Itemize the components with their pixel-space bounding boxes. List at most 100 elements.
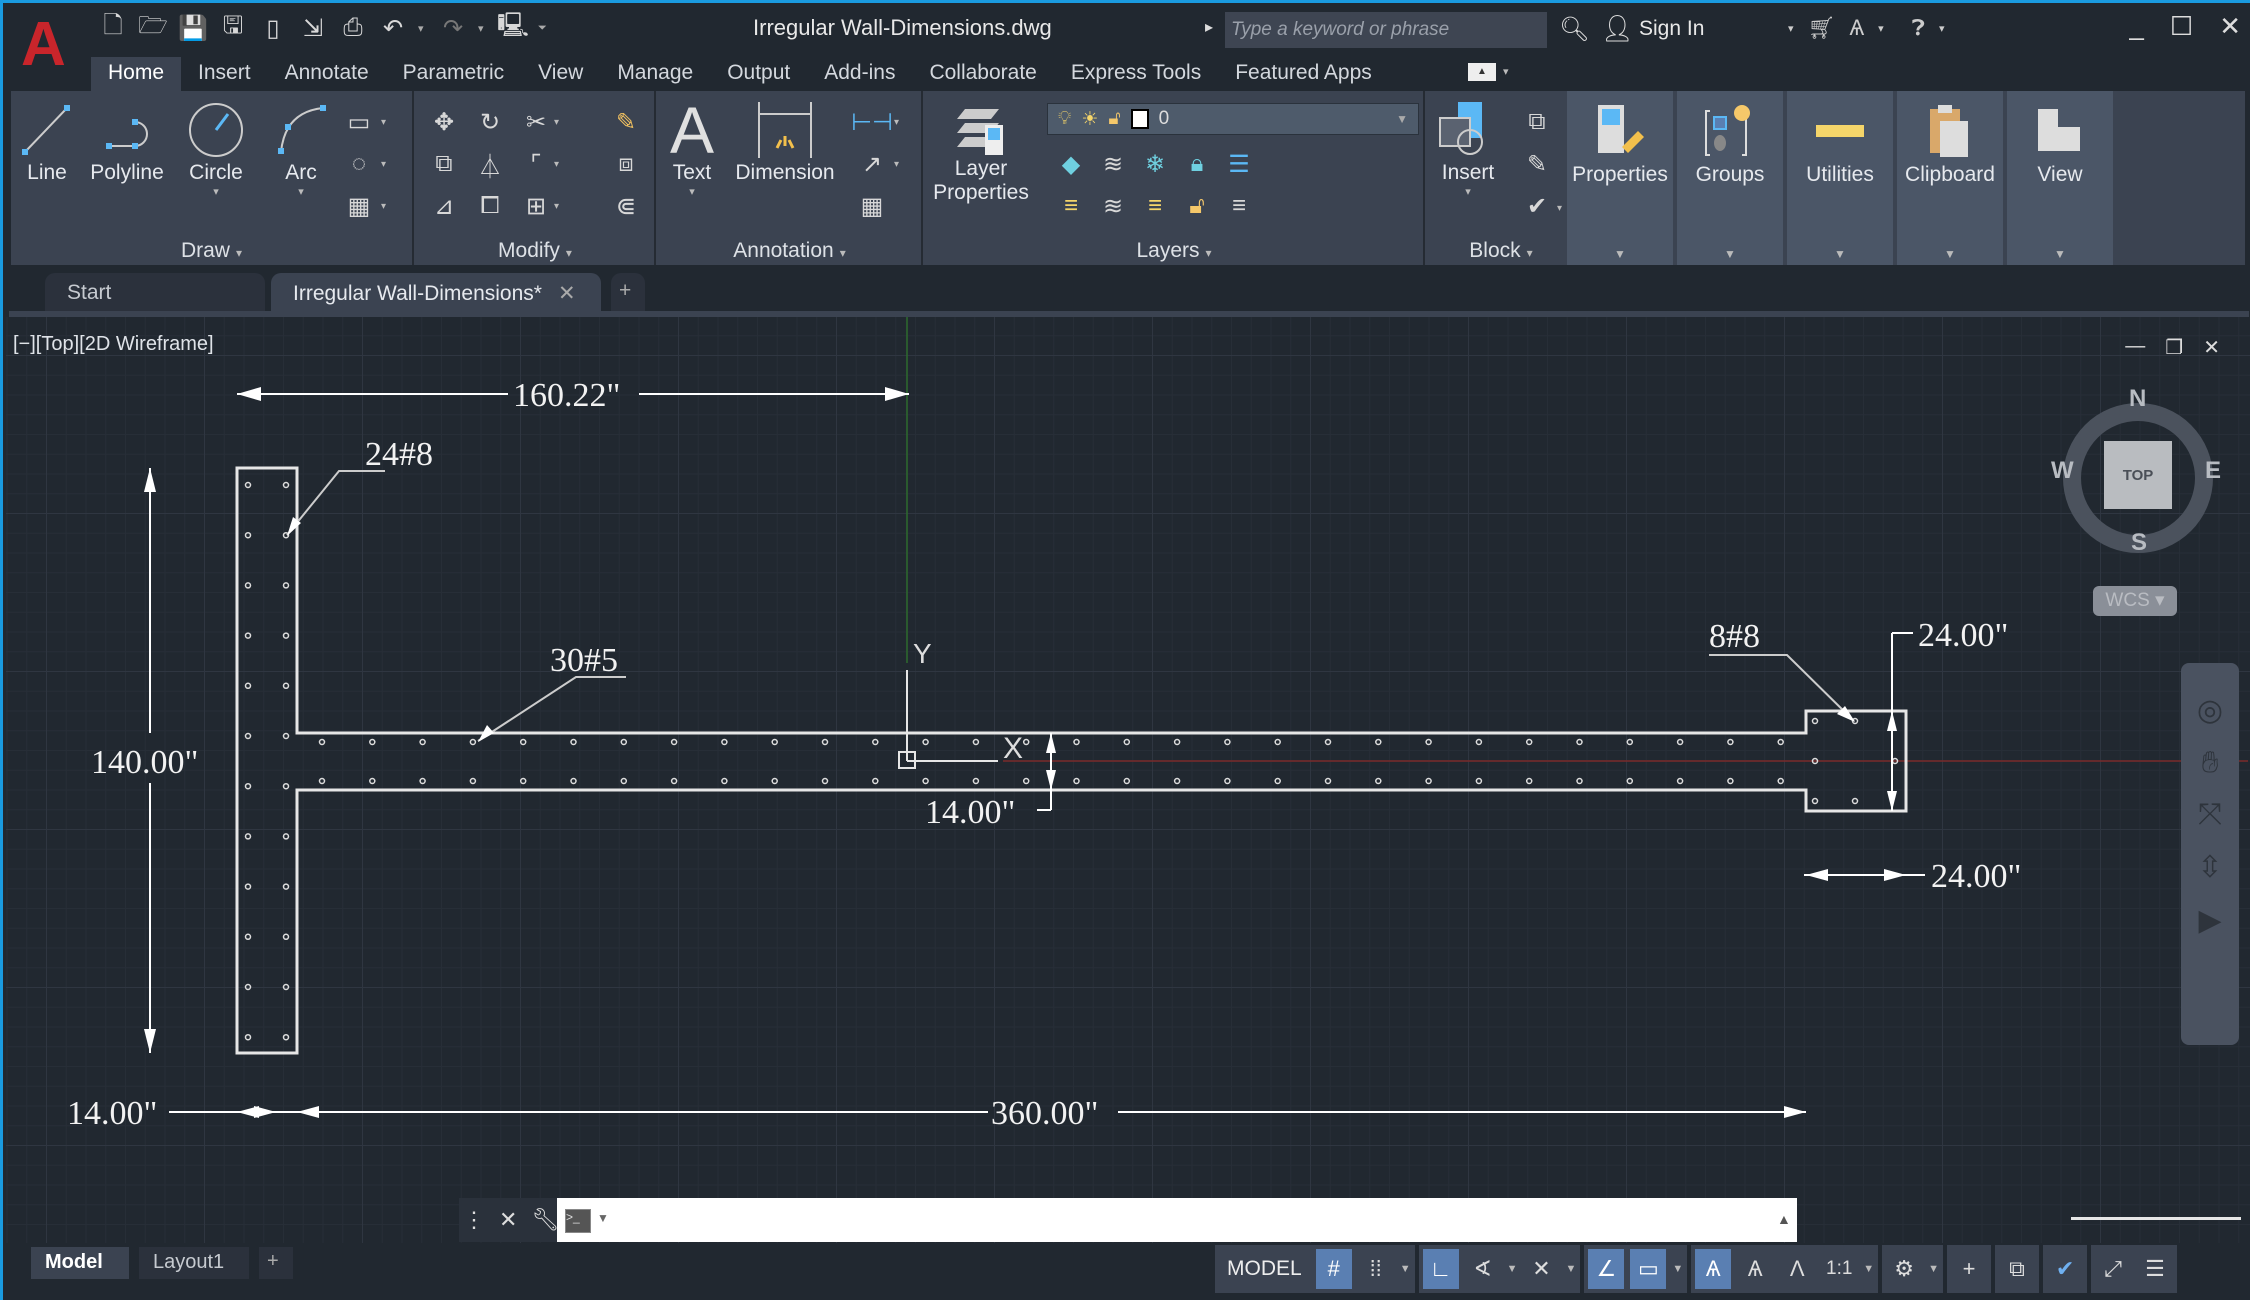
orbit-icon[interactable]: ⇳ [2197, 850, 2222, 885]
viewport-restore-icon[interactable]: ❐ [2165, 335, 2183, 360]
dim-web-arrow-bottom [1046, 770, 1056, 790]
clean-screen-icon[interactable]: ⤢ [2095, 1249, 2131, 1289]
rebar-dot [972, 777, 980, 785]
rebar-dot [282, 582, 290, 589]
annotation-scale-dropdown-icon[interactable]: ▼ [1863, 1263, 1874, 1275]
leader-24-8-text[interactable]: 24#8 [365, 436, 433, 473]
layout-tab-model[interactable]: Model [31, 1247, 129, 1279]
viewcube[interactable]: TOP N S W E [2051, 385, 2221, 556]
dim-bottom-arrow-3 [297, 1106, 319, 1118]
dim-end-width-text[interactable]: 24.00" [1931, 858, 2021, 895]
viewcube-top-face[interactable]: TOP [2104, 441, 2172, 509]
rebar-dot [1224, 777, 1231, 785]
rebar-dot [1576, 738, 1583, 746]
dim-web-text[interactable]: 14.00" [925, 794, 1015, 831]
units-icon[interactable]: ⧉ [1999, 1249, 2035, 1289]
rebar-dot [570, 777, 577, 785]
rebar-dot [244, 1033, 252, 1041]
rebar-dot [244, 782, 252, 790]
rebar-dot [244, 481, 252, 489]
leader-30-5-text[interactable]: 30#5 [550, 642, 618, 679]
ortho-icon[interactable]: ∟ [1422, 1249, 1459, 1289]
rebar-dot [1811, 797, 1819, 805]
snap-dropdown-icon[interactable]: ▼ [1400, 1263, 1411, 1275]
object-snap-tracking-icon[interactable]: ∠ [1588, 1249, 1625, 1289]
steering-wheel-icon[interactable]: ◎ [2197, 693, 2223, 728]
compass-south[interactable]: S [2131, 529, 2147, 557]
zoom-extents-icon[interactable]: ⤧ [2198, 798, 2222, 832]
rebar-dot [872, 777, 879, 785]
dim-left-text[interactable]: 140.00" [91, 744, 198, 781]
rebar-dot [1475, 777, 1483, 785]
viewport-controls-label[interactable]: [−][Top][2D Wireframe] [13, 333, 214, 356]
ucs-x-label: X [1003, 732, 1023, 765]
command-prompt-icon[interactable]: >_ [565, 1209, 591, 1233]
polar-dropdown-icon[interactable]: ▼ [1507, 1263, 1518, 1275]
rebar-dot [244, 632, 252, 639]
rebar-dot [570, 738, 577, 746]
new-layout-button[interactable]: + [259, 1247, 293, 1279]
quick-properties-icon[interactable]: ✔ [2047, 1249, 2083, 1289]
isometric-dropdown-icon[interactable]: ▼ [1565, 1263, 1576, 1275]
recent-commands-dropdown-icon[interactable]: ▼ [597, 1211, 609, 1225]
viewport-window-controls: — ❐ ✕ [2125, 335, 2220, 360]
rebar-dot [282, 983, 290, 991]
customize-wrench-icon[interactable]: 🔧︎ [531, 1207, 559, 1233]
rebar-dot [282, 782, 290, 790]
rebar-dot [282, 833, 290, 840]
compass-north[interactable]: N [2129, 385, 2146, 413]
compass-west[interactable]: W [2051, 457, 2074, 485]
dim-end-arrow-left [1806, 869, 1828, 881]
showmotion-icon[interactable]: ▶ [2198, 903, 2221, 938]
rebar-dot [244, 933, 252, 941]
dim-end-arrow-top [1887, 711, 1897, 731]
annotation-scale-value[interactable]: 1:1 [1821, 1249, 1857, 1289]
ucs-y-label: Y [913, 638, 932, 669]
rebar-dot [1123, 738, 1131, 746]
auto-scale-icon[interactable]: Ѧ [1737, 1249, 1773, 1289]
rebar-dot [244, 883, 252, 890]
workspace-gear-icon[interactable]: ⚙ [1886, 1249, 1922, 1289]
grid-icon[interactable]: # [1315, 1249, 1352, 1289]
polar-tracking-icon[interactable]: ∢ [1465, 1249, 1501, 1289]
model-space-button[interactable]: MODEL [1219, 1257, 1310, 1281]
rebar-dot [244, 682, 252, 690]
rebar-dot [519, 777, 527, 785]
rebar-dot [1073, 777, 1080, 785]
rebar-dot [1727, 777, 1734, 785]
rebar-dot [469, 738, 477, 746]
dim-bottom-left-text[interactable]: 14.00" [67, 1095, 157, 1132]
workspace-dropdown-icon[interactable]: ▼ [1928, 1263, 1939, 1275]
rebar-dot [282, 1033, 290, 1041]
layout-tab-layout1[interactable]: Layout1 [139, 1247, 249, 1279]
viewport-minimize-icon[interactable]: — [2125, 335, 2145, 360]
snap-icon[interactable]: ⁞⁞ [1358, 1249, 1394, 1289]
compass-east[interactable]: E [2205, 457, 2221, 485]
command-line-handle[interactable]: ⋮ ✕ 🔧︎ [459, 1198, 559, 1242]
rebar-dot [519, 738, 527, 746]
dim-top-text[interactable]: 160.22" [513, 377, 620, 414]
annotation-visibility-icon[interactable]: Ѧ [1695, 1249, 1732, 1289]
isometric-drafting-icon[interactable]: ✕ [1523, 1249, 1559, 1289]
dim-end-height-text[interactable]: 24.00" [1918, 617, 2008, 654]
viewport-close-icon[interactable]: ✕ [2203, 335, 2220, 360]
dim-left-arrow-top [144, 468, 156, 492]
rebar-dot [244, 531, 252, 539]
annotation-monitor-icon[interactable]: + [1951, 1249, 1987, 1289]
leader-8-8-text[interactable]: 8#8 [1709, 618, 1760, 655]
rebar-dot [282, 481, 290, 489]
object-snap-icon[interactable]: ▭ [1630, 1249, 1667, 1289]
rebar-dot [244, 833, 252, 840]
close-command-line-icon[interactable]: ✕ [499, 1207, 517, 1233]
rebar-dot [1777, 777, 1784, 785]
annotation-scale-icon[interactable]: Λ [1779, 1249, 1815, 1289]
dim-bottom-total-text[interactable]: 360.00" [991, 1095, 1098, 1132]
object-snap-dropdown-icon[interactable]: ▼ [1672, 1263, 1683, 1275]
command-input[interactable] [557, 1198, 1797, 1242]
command-history-icon[interactable]: ▲ [1777, 1211, 1791, 1227]
customization-menu-icon[interactable]: ☰ [2137, 1249, 2173, 1289]
wcs-menu-button[interactable]: WCS ▾ [2093, 586, 2177, 616]
rebar-dot [1123, 777, 1131, 785]
pan-icon[interactable]: ✋︎ [2201, 746, 2218, 780]
drag-handle-icon[interactable]: ⋮ [463, 1207, 485, 1233]
